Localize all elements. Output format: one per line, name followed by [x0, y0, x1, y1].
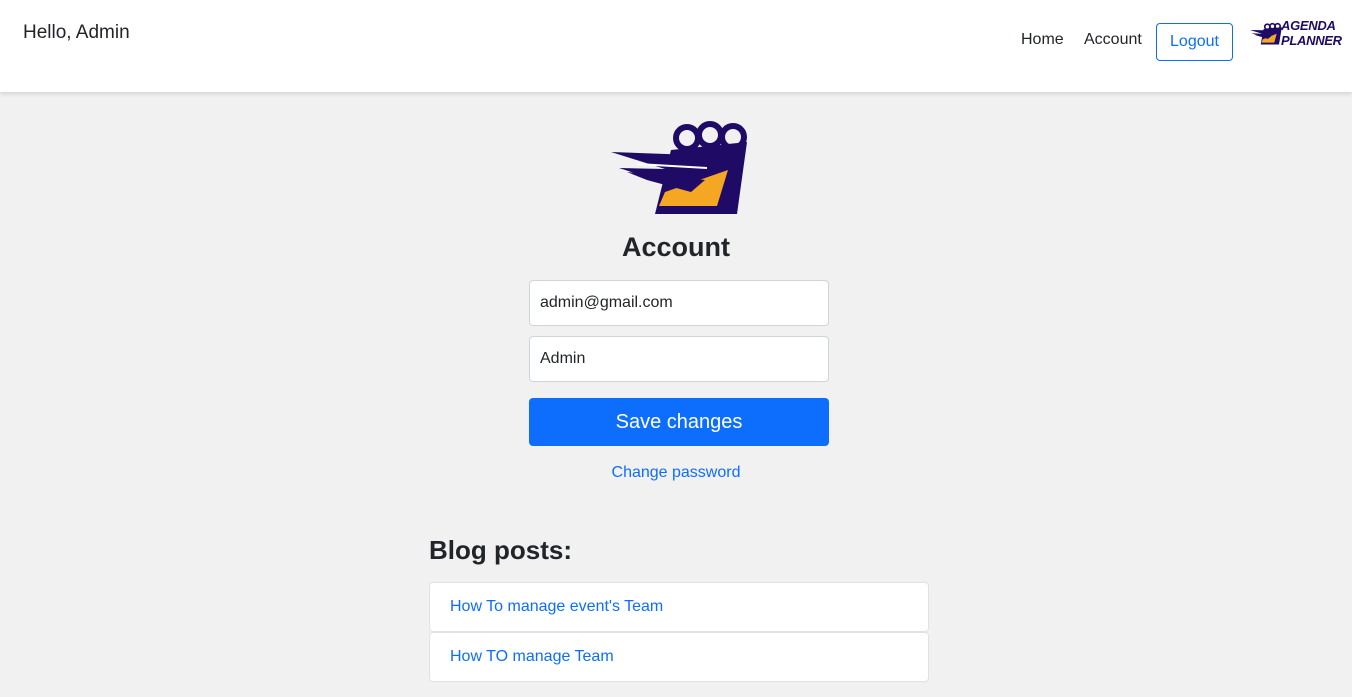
calendar-logo-icon: [607, 120, 752, 218]
brand-text-line1: AGENDA: [1281, 18, 1336, 33]
change-password-link[interactable]: Change password: [0, 464, 1352, 482]
nav-link-account[interactable]: Account: [1084, 31, 1142, 49]
blog-heading: Blog posts:: [429, 535, 572, 565]
save-changes-button[interactable]: Save changes: [529, 398, 829, 446]
brand-logo[interactable]: AGENDA PLANNER: [1249, 17, 1342, 53]
navbar: Hello, Admin Home Account Logout AGENDA …: [0, 0, 1352, 92]
greeting-text: Hello, Admin: [23, 22, 130, 43]
logout-button[interactable]: Logout: [1156, 23, 1233, 61]
brand-text: AGENDA PLANNER: [1281, 18, 1342, 48]
blog-post-item[interactable]: How TO manage Team: [429, 632, 929, 682]
blog-post-item[interactable]: How To manage event's Team: [429, 582, 929, 632]
agenda-planner-logo-icon: [1249, 22, 1282, 45]
page-title: Account: [622, 232, 730, 262]
nav-link-home[interactable]: Home: [1021, 31, 1064, 49]
blog-list: How To manage event's Team How TO manage…: [429, 582, 929, 682]
email-field[interactable]: [529, 280, 829, 326]
name-field[interactable]: [529, 336, 829, 382]
brand-text-line2: PLANNER: [1281, 33, 1342, 48]
